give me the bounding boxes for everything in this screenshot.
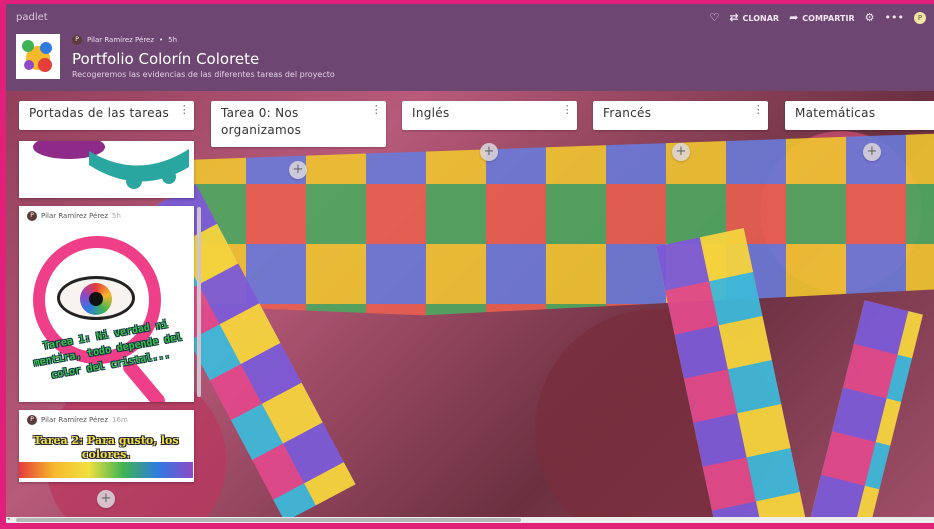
post-image-text: Tarea 2: Para gusto, los colores. <box>33 434 179 461</box>
column-menu-icon[interactable]: ⋮ <box>179 104 190 115</box>
column-title: Tarea 0: Nos organizamos <box>221 106 302 137</box>
post-image <box>33 141 189 189</box>
column-title: Portadas de las tareas <box>29 106 170 120</box>
post-meta: P Pilar Ramírez Pérez 16m <box>19 410 194 430</box>
column-header-frances[interactable]: Francés ⋮ <box>593 101 768 130</box>
share-label: COMPARTIR <box>802 13 855 23</box>
cover-dot <box>38 58 52 72</box>
heart-icon[interactable]: ♡ <box>709 12 719 23</box>
post-time: 16m <box>112 416 128 424</box>
author-avatar: P <box>72 35 82 45</box>
add-post-button[interactable]: + <box>480 143 498 161</box>
post-card[interactable] <box>19 141 194 198</box>
updated-time: 5h <box>168 36 178 44</box>
post-image: Tarea 1: Ni verdad ni mentira, todo depe… <box>19 228 193 402</box>
post-author-avatar: P <box>27 415 37 425</box>
column-header-tarea-0[interactable]: Tarea 0: Nos organizamos ⋮ <box>211 101 386 147</box>
author-name: Pilar Ramírez Pérez <box>87 36 155 44</box>
column-header-portadas[interactable]: Portadas de las tareas ⋮ <box>19 101 194 130</box>
horizontal-scrollbar[interactable]: ◂ <box>6 516 934 523</box>
cover-dot <box>22 40 34 52</box>
column-title: Inglés <box>412 106 450 120</box>
column-title: Matemáticas <box>795 106 876 120</box>
post-author-avatar: P <box>27 211 37 221</box>
column-header-ingles[interactable]: Inglés ⋮ <box>402 101 577 130</box>
add-post-button[interactable]: + <box>97 490 115 508</box>
post-card[interactable]: P Pilar Ramírez Pérez 16m Tarea 2: Para … <box>19 410 194 482</box>
post-image <box>19 462 193 478</box>
post-time: 5h <box>112 212 121 220</box>
background-ribbon <box>655 227 807 523</box>
scroll-left-icon[interactable]: ◂ <box>7 516 10 522</box>
padlet-description: Recogeremos las evidencias de las difere… <box>72 70 335 79</box>
padlet-header: padlet ♡ ⇄ CLONAR ➦ COMPARTIR ⚙ ••• P P … <box>6 4 934 91</box>
brand-logo[interactable]: padlet <box>16 12 48 23</box>
column-menu-icon[interactable]: ⋮ <box>562 104 573 115</box>
user-avatar[interactable]: P <box>914 12 926 24</box>
add-post-button[interactable]: + <box>672 143 690 161</box>
share-icon: ➦ <box>789 11 799 24</box>
gear-icon[interactable]: ⚙ <box>865 12 875 23</box>
column-menu-icon[interactable]: ⋮ <box>371 104 382 115</box>
more-icon[interactable]: ••• <box>885 12 904 23</box>
clone-label: CLONAR <box>742 13 780 23</box>
background-ribbon <box>809 300 923 523</box>
post-card[interactable]: P Pilar Ramírez Pérez 5h Tarea 1: Ni ver… <box>19 206 194 402</box>
column-title: Francés <box>603 106 652 120</box>
column-scrollbar[interactable] <box>197 207 201 397</box>
header-actions: ♡ ⇄ CLONAR ➦ COMPARTIR ⚙ ••• P <box>709 12 926 24</box>
clone-icon: ⇄ <box>729 11 739 24</box>
eye-pupil <box>89 292 103 306</box>
column-header-matematicas[interactable]: Matemáticas <box>785 101 934 130</box>
post-meta: P Pilar Ramírez Pérez 5h <box>19 206 194 226</box>
column-menu-icon[interactable]: ⋮ <box>753 104 764 115</box>
cover-dot <box>24 60 34 70</box>
clone-button[interactable]: ⇄ CLONAR <box>729 11 780 24</box>
cover-dot <box>40 42 52 54</box>
post-author: Pilar Ramírez Pérez <box>41 416 109 424</box>
scrollbar-thumb[interactable] <box>16 518 521 522</box>
padlet-title: Portfolio Colorín Colorete <box>72 50 260 68</box>
share-button[interactable]: ➦ COMPARTIR <box>789 11 855 24</box>
padlet-canvas: padlet ♡ ⇄ CLONAR ➦ COMPARTIR ⚙ ••• P P … <box>6 4 934 523</box>
padlet-cover-image <box>16 34 60 79</box>
add-post-button[interactable]: + <box>863 143 881 161</box>
separator: • <box>159 36 164 44</box>
add-post-button[interactable]: + <box>289 161 307 179</box>
padlet-author-line: P Pilar Ramírez Pérez • 5h <box>72 35 177 45</box>
post-author: Pilar Ramírez Pérez <box>41 212 109 220</box>
